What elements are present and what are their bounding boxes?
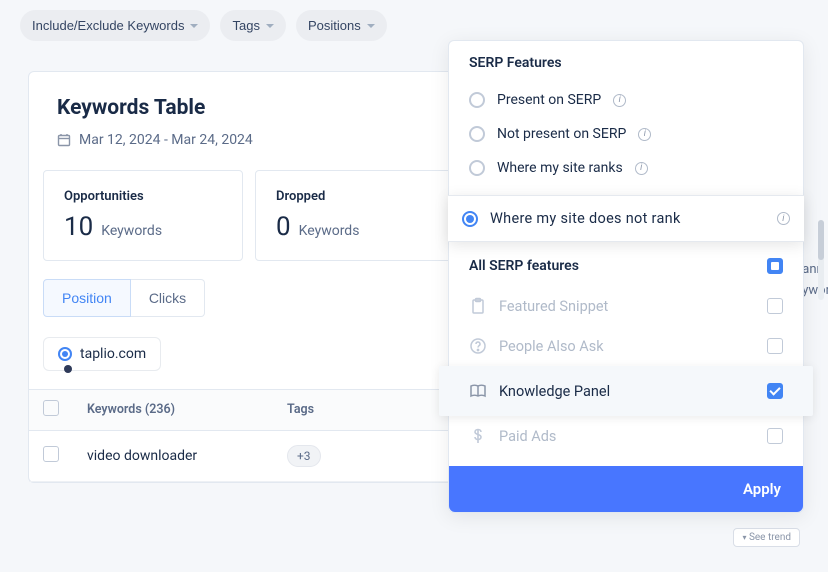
serp-features-dropdown: SERP Features Present on SERP i Not pres… [448,40,804,513]
radio-selected-icon [58,347,72,361]
info-icon[interactable]: i [635,162,648,175]
select-all-cell [29,390,73,430]
stat-opportunities: Opportunities 10 Keywords [43,170,243,261]
chevron-down-icon [266,24,274,28]
clipboard-icon [469,297,487,315]
all-features-header: All SERP features [449,244,803,282]
stat-sublabel: Keywords [299,223,360,239]
feature-knowledge-panel[interactable]: Knowledge Panel [439,366,813,416]
apply-button[interactable]: Apply [449,466,803,512]
feature-label: Paid Ads [499,428,755,445]
select-all-checkbox[interactable] [43,400,59,416]
all-features-label: All SERP features [469,258,579,274]
filter-label: Positions [308,18,361,33]
indicator-dot-icon [64,365,72,373]
radio-where-site-does-not-rank[interactable]: Where my site does not rank i [448,195,804,242]
radio-where-site-ranks[interactable]: Where my site ranks i [469,151,783,185]
radio-label: Present on SERP [497,92,601,108]
feature-paid-ads[interactable]: Paid Ads [469,416,783,456]
all-features-checkbox[interactable] [767,258,783,274]
stat-label: Dropped [276,189,434,204]
radio-icon [469,92,485,108]
feature-checkbox[interactable] [767,338,783,354]
radio-list: Present on SERP i Not present on SERP i … [449,79,803,193]
info-icon[interactable]: i [638,128,651,141]
feature-list: Featured Snippet People Also Ask Knowled… [449,282,803,466]
stat-number: 10 [64,212,93,242]
filter-include-exclude[interactable]: Include/Exclude Keywords [20,10,210,41]
chevron-down-icon [367,24,375,28]
dropdown-header: SERP Features [449,41,803,79]
filter-positions[interactable]: Positions [296,10,387,41]
stat-dropped: Dropped 0 Keywords [255,170,455,261]
radio-selected-icon [462,211,478,227]
scrollbar-thumb[interactable] [818,220,824,260]
domain-chip[interactable]: taplio.com [43,337,161,371]
tag-badge[interactable]: +3 [287,445,321,467]
feature-people-also-ask[interactable]: People Also Ask [469,326,783,366]
filter-tags[interactable]: Tags [220,10,285,41]
calendar-icon [57,133,71,147]
tab-clicks[interactable]: Clicks [131,279,205,317]
stat-sublabel: Keywords [101,223,162,239]
date-range-text: Mar 12, 2024 - Mar 24, 2024 [79,132,253,148]
radio-icon [469,160,485,176]
info-icon[interactable]: i [613,94,626,107]
feature-label: People Also Ask [499,338,755,355]
info-icon[interactable]: i [777,212,790,225]
chevron-down-icon [190,24,198,28]
col-header-keywords[interactable]: Keywords (236) [73,390,273,430]
stat-number: 0 [276,212,291,242]
radio-not-present-on-serp[interactable]: Not present on SERP i [469,117,783,151]
stat-label: Opportunities [64,189,222,204]
dollar-icon [469,427,487,445]
feature-checkbox[interactable] [767,428,783,444]
feature-label: Knowledge Panel [499,383,755,400]
radio-present-on-serp[interactable]: Present on SERP i [469,83,783,117]
partial-text-line: ann [802,262,828,277]
dropdown-title: SERP Features [469,55,783,71]
scrollbar[interactable] [818,220,824,300]
radio-icon [469,126,485,142]
book-icon [469,382,487,400]
filter-label: Include/Exclude Keywords [32,18,184,33]
col-header-tags[interactable]: Tags [273,390,413,430]
see-trend-button[interactable]: ▾ See trend [733,528,800,547]
domain-label: taplio.com [80,346,146,362]
partial-text-behind: ann ywor [802,262,828,298]
feature-checkbox[interactable] [767,383,783,399]
radio-label: Not present on SERP [497,126,626,142]
filter-label: Tags [232,18,259,33]
question-circle-icon [469,337,487,355]
see-trend-label: See trend [749,532,791,543]
radio-label: Where my site ranks [497,160,623,176]
feature-featured-snippet[interactable]: Featured Snippet [469,286,783,326]
radio-label: Where my site does not rank [490,210,765,227]
cell-tags: +3 [273,431,413,481]
row-check-cell [29,434,73,478]
row-checkbox[interactable] [43,446,59,462]
feature-checkbox[interactable] [767,298,783,314]
cell-keyword: video downloader [73,434,273,478]
feature-label: Featured Snippet [499,298,755,315]
tab-position[interactable]: Position [43,279,131,317]
partial-text-line: ywor [802,283,828,298]
